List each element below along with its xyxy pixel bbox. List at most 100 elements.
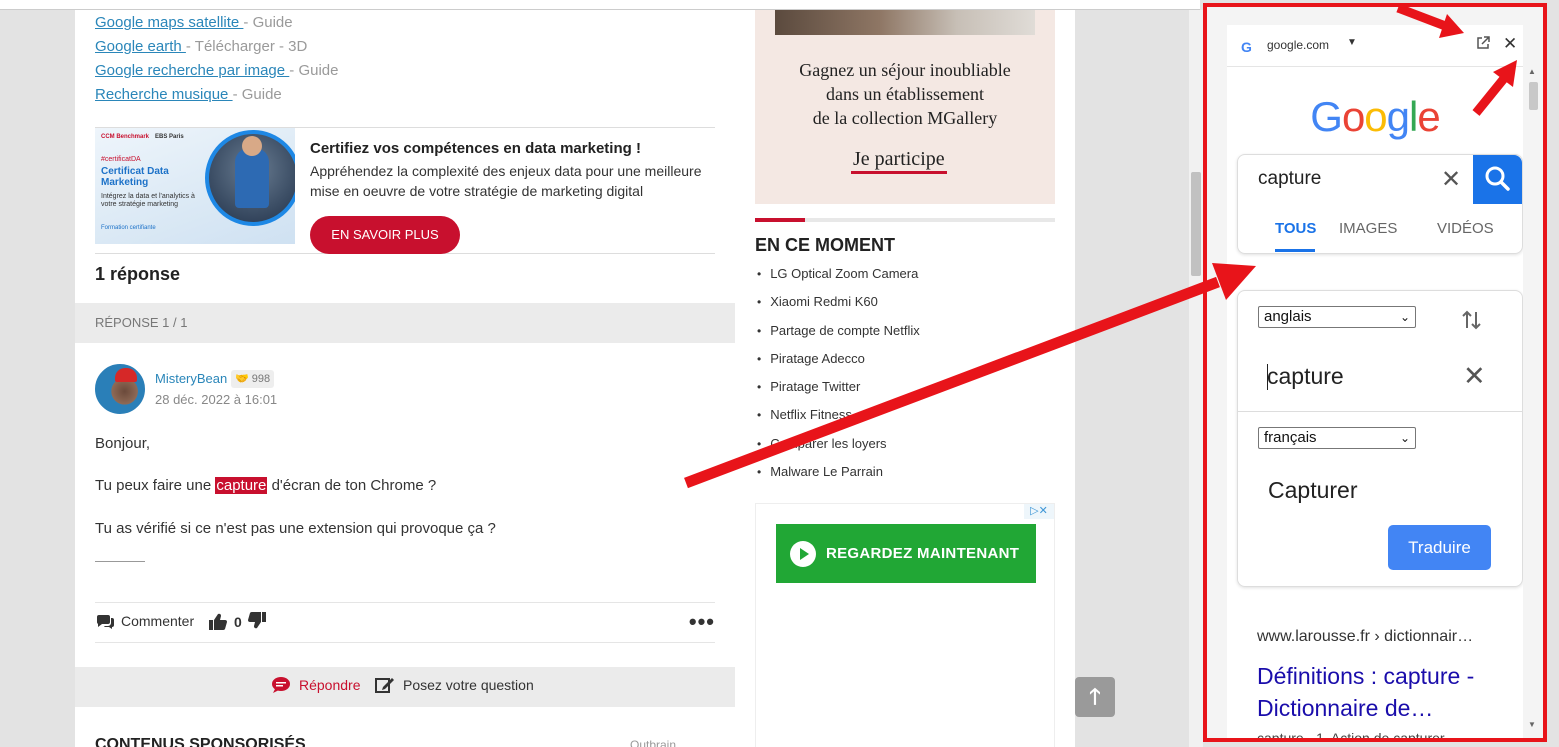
source-text-input[interactable]: capture (1267, 363, 1344, 390)
ask-question-button[interactable]: Posez votre question (375, 676, 534, 694)
answer-header-bar: RÉPONSE 1 / 1 (75, 303, 735, 343)
search-query[interactable]: capture (1258, 168, 1321, 190)
promo-image[interactable]: CCM Benchmark EBS Paris #certificatDA Ce… (95, 128, 295, 244)
trending-item[interactable]: Piratage Twitter (757, 377, 920, 405)
hotel-ad-cta[interactable]: Je participe (851, 148, 947, 174)
signature-divider (95, 561, 145, 562)
trending-item[interactable]: Piratage Adecco (757, 349, 920, 377)
hotel-ad-line: dans un établissement (826, 84, 984, 104)
promo-title: Certifiez vos compétences en data market… (310, 140, 641, 157)
comment-button[interactable]: Commenter (95, 613, 194, 629)
comment-label: Commenter (121, 613, 195, 629)
highlighted-word[interactable]: capture (215, 477, 268, 494)
promo-logo-text: CCM Benchmark (101, 134, 150, 140)
post-text: Tu peux faire une (95, 477, 216, 494)
related-link[interactable]: Recherche musique - Guide (95, 85, 282, 105)
related-link[interactable]: Google earth - Télécharger - 3D (95, 37, 307, 57)
hotel-ad-text: Gagnez un séjour inoubliable dans un éta… (755, 58, 1055, 130)
more-options-icon[interactable]: ••• (689, 609, 715, 635)
domain-selector[interactable]: google.com (1267, 38, 1329, 52)
edit-icon (375, 678, 394, 693)
reply-bar: Répondre Posez votre question (75, 667, 735, 707)
trending-item[interactable]: Partage de compte Netflix (757, 321, 920, 349)
post-text: d'écran de ton Chrome ? (267, 477, 437, 494)
chevron-down-icon[interactable]: ▼ (1347, 37, 1357, 48)
browser-top-strip (0, 0, 1200, 10)
adchoices-icon[interactable]: ▷✕ (1024, 504, 1054, 519)
section-title: EN CE MOMENT (755, 235, 896, 255)
search-button[interactable] (1473, 155, 1522, 204)
clear-search-icon[interactable]: ✕ (1441, 165, 1461, 194)
answers-count: 1 réponse (95, 264, 181, 284)
translate-button[interactable]: Traduire (1388, 525, 1491, 570)
post-greeting: Bonjour, (95, 435, 151, 452)
author-name[interactable]: MisteryBean (155, 371, 227, 386)
trending-list: LG Optical Zoom Camera Xiaomi Redmi K60 … (757, 264, 920, 490)
related-link-suffix: - Guide (243, 14, 293, 31)
scroll-down-arrow-icon[interactable]: ▼ (1528, 720, 1536, 729)
related-link-text[interactable]: Google maps satellite (95, 14, 243, 31)
promo-hashtag: #certificatDA (101, 156, 141, 163)
search-card: capture ✕ TOUS IMAGES VIDÉOS (1237, 154, 1523, 254)
swap-languages-icon[interactable] (1462, 308, 1482, 337)
sidebar-column: Gagnez un séjour inoubliable dans un éta… (735, 10, 1075, 747)
result-title-link[interactable]: Définitions : capture - Dictionnaire de… (1257, 660, 1517, 724)
related-link[interactable]: Google recherche par image - Guide (95, 61, 338, 81)
promo-image-title: Certificat Data Marketing (101, 166, 169, 188)
like-count: 0 (234, 614, 242, 630)
post-actions: Commenter 0 ••• (95, 602, 715, 643)
promo-image-subtitle: Intégrez la data et l'analytics à votre … (101, 193, 195, 208)
post-line: Tu peux faire une capture d'écran de ton… (95, 477, 436, 494)
post-date: 28 déc. 2022 à 16:01 (155, 392, 278, 407)
scroll-up-arrow-icon[interactable]: ▲ (1528, 67, 1536, 76)
outbrain-logo[interactable]: Outbrain (630, 738, 676, 747)
related-link-suffix: - Guide (232, 86, 282, 103)
thumbs-up-icon (209, 613, 227, 631)
tab-all[interactable]: TOUS (1275, 220, 1316, 237)
scroll-to-top-button[interactable]: 🡑 (1075, 677, 1115, 717)
page-scrollbar[interactable] (1189, 10, 1203, 747)
search-input[interactable]: capture ✕ (1238, 155, 1522, 205)
watch-now-label: REGARDEZ MAINTENANT (826, 545, 1020, 562)
open-in-new-tab-icon[interactable] (1476, 36, 1490, 53)
trending-item[interactable]: Malware Le Parrain (757, 462, 920, 490)
search-tabs: TOUS IMAGES VIDÉOS (1238, 205, 1522, 253)
trending-item[interactable]: Netflix Fitness (757, 405, 920, 433)
text-cursor (1267, 364, 1268, 390)
related-link-text[interactable]: Recherche musique (95, 86, 233, 103)
watch-now-button[interactable]: REGARDEZ MAINTENANT (776, 524, 1036, 583)
panel-scrollbar-thumb[interactable] (1529, 82, 1538, 110)
trending-item[interactable]: Xiaomi Redmi K60 (757, 292, 920, 320)
related-link-text[interactable]: Google recherche par image (95, 62, 289, 79)
page-scrollbar-thumb[interactable] (1191, 172, 1201, 276)
post-line: Tu as vérifié si ce n'est pas une extens… (95, 520, 496, 537)
reply-button[interactable]: Répondre (271, 676, 361, 694)
section-divider-accent (755, 218, 805, 222)
related-link-text[interactable]: Google earth (95, 38, 186, 55)
result-url: www.larousse.fr › dictionnair… (1257, 628, 1474, 645)
reply-bubble-icon (272, 677, 290, 693)
ask-question-label: Posez votre question (403, 677, 534, 693)
reputation-badge: 🤝 998 (231, 370, 275, 388)
video-ad: ▷✕ REGARDEZ MAINTENANT (755, 503, 1055, 747)
target-language-select[interactable]: français ⌄ (1258, 427, 1416, 449)
like-button[interactable]: 0 (208, 613, 242, 631)
tab-videos[interactable]: VIDÉOS (1437, 220, 1494, 237)
article-column: Google maps satellite - Guide Google ear… (75, 10, 735, 747)
learn-more-button[interactable]: EN SAVOIR PLUS (310, 216, 460, 254)
close-icon[interactable]: ✕ (1503, 34, 1517, 54)
hotel-ad[interactable]: Gagnez un séjour inoubliable dans un éta… (755, 10, 1055, 204)
reputation-count: 998 (251, 373, 271, 385)
trending-item[interactable]: Comparer les loyers (757, 434, 920, 462)
trending-item[interactable]: LG Optical Zoom Camera (757, 264, 920, 292)
translate-card: anglais ⌄ capture ✕ français ⌄ Capturer Tr… (1237, 290, 1523, 587)
related-link[interactable]: Google maps satellite - Guide (95, 13, 293, 33)
sponsored-heading: CONTENUS SPONSORISÉS (95, 736, 306, 747)
tab-images[interactable]: IMAGES (1339, 220, 1397, 237)
translated-text: Capturer (1268, 477, 1358, 503)
source-language-select[interactable]: anglais ⌄ (1258, 306, 1416, 328)
avatar-hat (115, 368, 137, 382)
target-language-value: français (1264, 429, 1317, 446)
dislike-button[interactable] (247, 611, 267, 634)
clear-source-icon[interactable]: ✕ (1463, 361, 1486, 392)
